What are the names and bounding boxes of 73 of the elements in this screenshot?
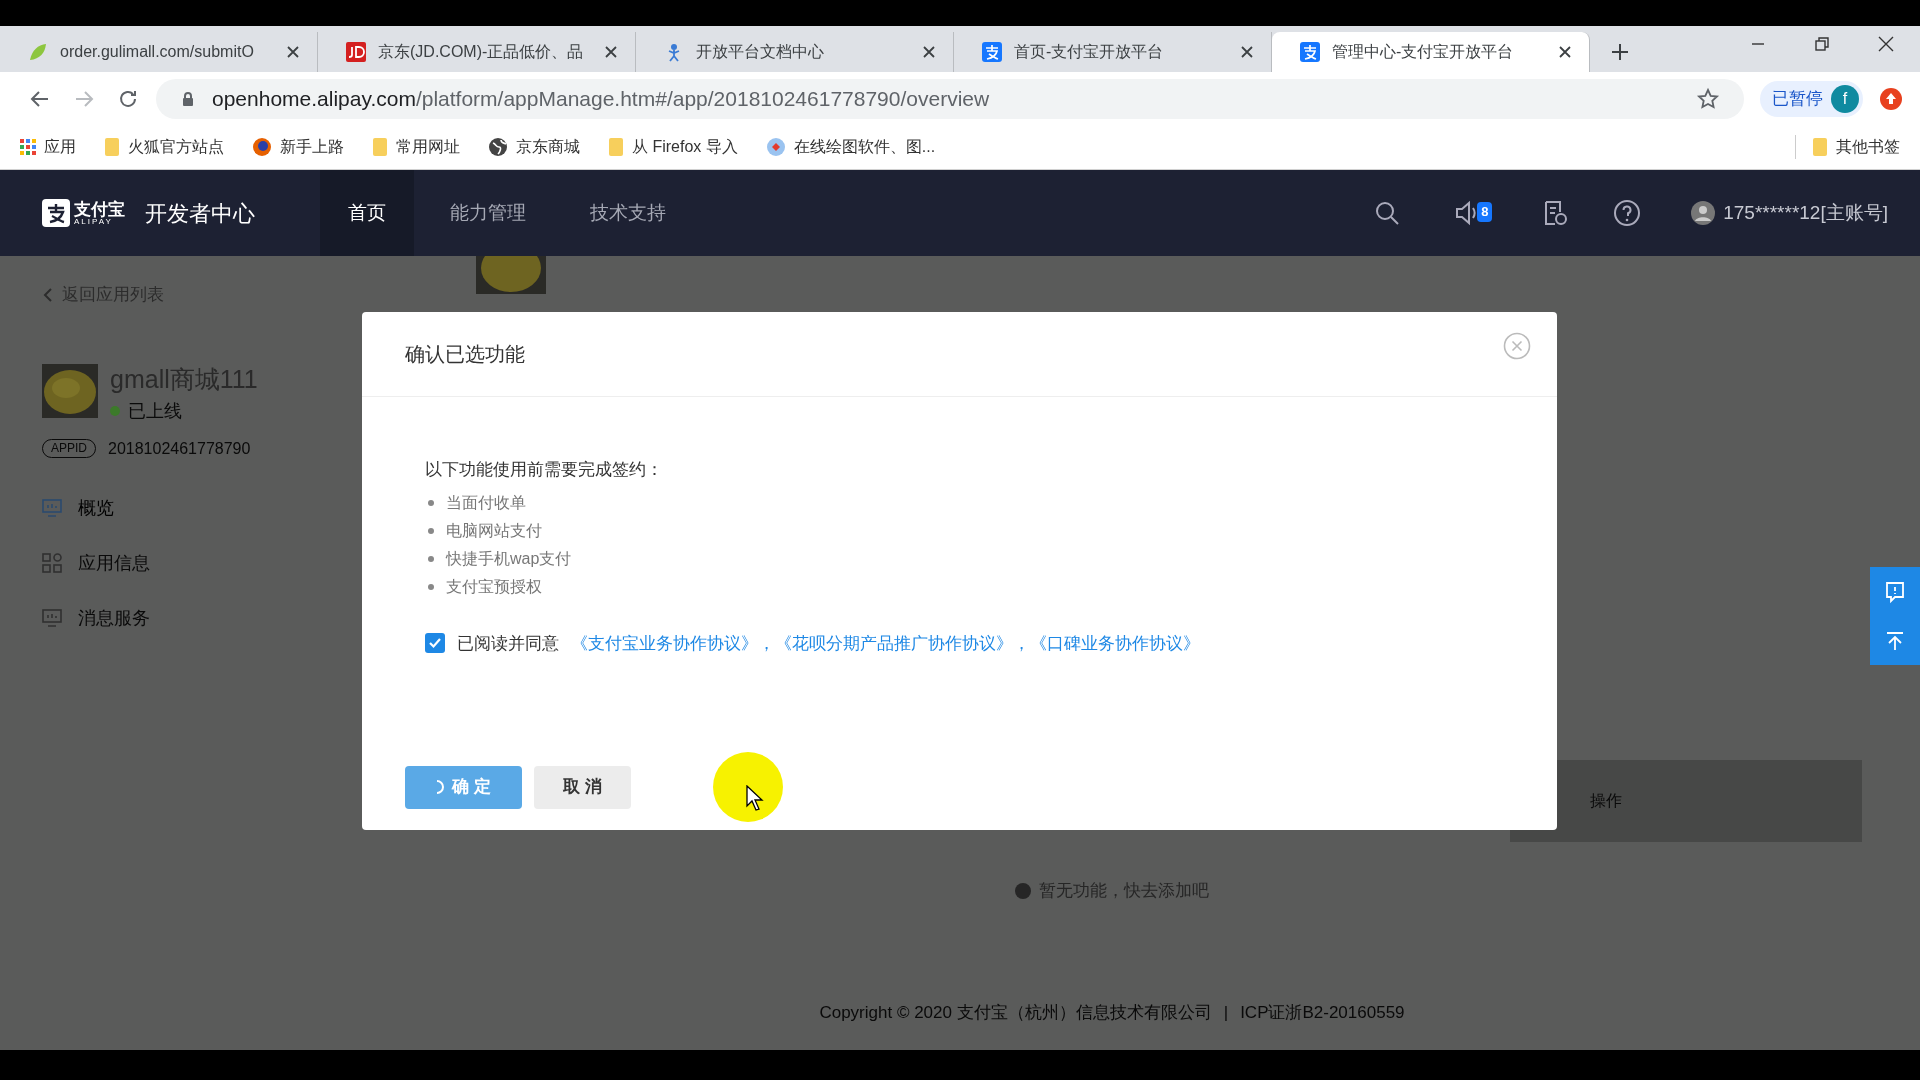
chevron-left-icon: [42, 286, 54, 303]
url-text: openhome.alipay.com/platform/appManage.htm#/app/2018102461778790/overview: [212, 85, 991, 112]
bookmark-item[interactable]: 新手上路: [252, 135, 344, 159]
separator-text: |: [1223, 1001, 1229, 1024]
bookmark-item[interactable]: 在线绘图软件、图...: [765, 135, 936, 159]
profile-avatar: f: [1831, 84, 1859, 113]
bookmark-item[interactable]: 常用网址: [372, 135, 460, 159]
bullet-icon: [428, 499, 434, 506]
feature-item: 支付宝预授权: [446, 576, 542, 597]
notification-badge: 8: [1477, 202, 1493, 222]
dialog-title: 确认已选功能: [405, 342, 525, 367]
bookmark-item[interactable]: 应用: [20, 135, 76, 159]
intro-text: 以下功能使用前需要完成签约：: [425, 459, 664, 481]
alipay-icon: [42, 199, 70, 227]
appid-text: 2018102461778790: [108, 438, 251, 459]
alipay-logo[interactable]: 支付宝 ALIPAY: [42, 199, 125, 227]
nav-tab[interactable]: 技术支持: [562, 170, 694, 256]
address-bar[interactable]: openhome.alipay.com/platform/appManage.htm#/app/2018102461778790/overview: [156, 78, 1744, 119]
cancel-button[interactable]: 取 消: [534, 765, 631, 809]
info-icon: [1015, 882, 1031, 899]
help-icon[interactable]: [1613, 199, 1642, 227]
lock-icon: [180, 90, 196, 107]
folder-icon: [608, 137, 624, 157]
star-icon[interactable]: [1696, 86, 1720, 111]
close-icon[interactable]: [285, 44, 301, 60]
feature-item: 当面付收单: [446, 492, 526, 513]
bookmark-item[interactable]: 从 Firefox 导入: [608, 135, 738, 159]
feedback-icon[interactable]: [1883, 579, 1907, 604]
web-icon: [765, 137, 786, 157]
folder-icon: [104, 137, 120, 157]
avatar-icon: [1691, 201, 1716, 225]
monitor-icon: [42, 608, 62, 628]
check-icon: [428, 636, 442, 651]
restore-icon[interactable]: [1812, 34, 1832, 54]
nav-tab[interactable]: 首页: [320, 170, 414, 256]
feature-item: 电脑网站支付: [446, 520, 542, 541]
account-menu[interactable]: 175******12[主账号]: [1691, 198, 1888, 228]
close-icon[interactable]: [921, 44, 937, 60]
close-icon[interactable]: [603, 44, 619, 60]
new-tab-icon[interactable]: [1610, 42, 1630, 62]
monitor-icon: [42, 498, 62, 518]
profile-button[interactable]: 已暂停 f: [1760, 80, 1863, 117]
spinner-icon: [436, 780, 445, 794]
close-icon[interactable]: [1557, 44, 1573, 60]
bookmark-item[interactable]: 其他书签: [1812, 135, 1900, 159]
folder-icon: [372, 137, 388, 157]
update-icon[interactable]: [1879, 86, 1903, 111]
bullet-icon: [428, 527, 434, 534]
apps-icon: [20, 139, 36, 155]
portal-title: 开发者中心: [145, 199, 255, 228]
status-text: 已上线: [128, 399, 182, 423]
alipay-icon: [1300, 42, 1320, 62]
leaf-icon: [28, 42, 48, 62]
bookmark-item[interactable]: 京东商城: [488, 135, 580, 159]
close-icon[interactable]: [1876, 34, 1896, 54]
globe-icon: [488, 137, 508, 157]
agreement-link[interactable]: 《支付宝业务协作协议》，《花呗分期产品推广协作协议》，《口碑业务协作协议》: [571, 630, 1200, 656]
browser-tab[interactable]: 管理中心-支付宝开放平台: [1272, 32, 1590, 72]
jd-icon: [346, 42, 366, 62]
copyright-text: Copyright © 2020 支付宝（杭州）信息技术有限公司: [819, 1001, 1212, 1024]
agree-checkbox[interactable]: [425, 633, 445, 654]
grid-icon: [42, 553, 62, 573]
bullet-icon: [428, 583, 434, 590]
feature-item: 快捷手机wap支付: [446, 548, 572, 569]
agree-label: 已阅读并同意: [457, 632, 559, 655]
close-icon[interactable]: [1239, 44, 1255, 60]
nav-tab[interactable]: 能力管理: [422, 170, 554, 256]
alipay-icon: [982, 42, 1002, 62]
folder-icon: [1812, 137, 1828, 157]
firefox-icon: [252, 137, 272, 157]
bullet-icon: [428, 555, 434, 562]
bookmark-item[interactable]: 火狐官方站点: [104, 135, 224, 159]
cursor-icon: [746, 785, 764, 811]
